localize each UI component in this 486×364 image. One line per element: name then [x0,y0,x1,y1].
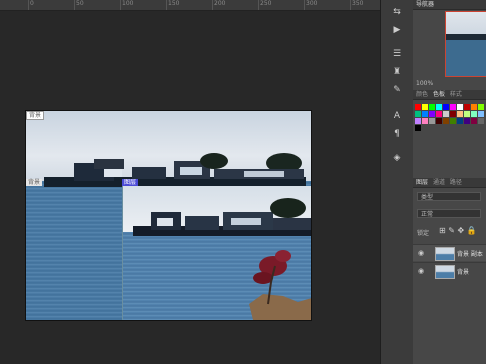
swatch[interactable] [443,104,449,110]
tab-paths[interactable]: 路径 [450,179,462,186]
ruler-tick [304,0,305,10]
swatch[interactable] [415,111,421,117]
ruler-tick [28,0,29,10]
tab-color[interactable]: 颜色 [416,91,428,98]
swatch[interactable] [415,125,421,131]
play-icon[interactable]: ▶ [391,24,403,36]
ruler-tick [350,0,351,10]
ruler-tick [212,0,213,10]
ruler-tick [258,0,259,10]
layer-row-background[interactable]: ◉ 背景 [413,262,486,279]
swatch[interactable] [478,104,484,110]
swatch[interactable] [478,118,484,124]
swatch-grid[interactable] [415,104,484,156]
swatch[interactable] [415,118,421,124]
tab-layers[interactable]: 图层 [416,179,428,186]
swatch[interactable] [422,111,428,117]
swatch[interactable] [464,104,470,110]
swatch[interactable] [464,111,470,117]
lock-label: 锁定 [417,230,430,237]
tools-column: ⇆ ▶ ☰ ♜ ✎ A ¶ ◈ [380,0,414,364]
swatch[interactable] [450,104,456,110]
swatch[interactable] [443,118,449,124]
layer-island-and-tree [133,198,311,320]
layers-tabbar: 图层 通道 路径 [413,178,486,188]
ruler-label: 300 [306,0,318,7]
kind-filter[interactable]: 类型 [417,192,481,201]
swatch[interactable] [429,111,435,117]
swatch[interactable] [429,104,435,110]
ruler-tick [74,0,75,10]
navigator-thumbnail[interactable] [445,11,486,77]
layer-label-3: 图层 [122,179,139,186]
navigator-tabbar: 导航器 [413,0,486,10]
layer-name: 背景 副本 [457,251,483,258]
ruler-label: 50 [76,0,84,7]
swatch[interactable] [471,104,477,110]
swatch[interactable] [436,118,442,124]
swatch[interactable] [457,104,463,110]
layer-row-copy[interactable]: ◉ 背景 副本 [413,244,486,261]
swatch[interactable] [436,104,442,110]
layers-icon[interactable]: ◈ [391,152,403,164]
swatch[interactable] [457,111,463,117]
swatch[interactable] [471,118,477,124]
ruler-label: 150 [168,0,180,7]
brush-icon[interactable]: ✎ [391,84,403,96]
document-canvas[interactable]: 背景 背景 图层 [25,110,312,321]
swatch[interactable] [443,111,449,117]
ruler-label: 100 [122,0,134,7]
swatch[interactable] [429,118,435,124]
tab-navigator[interactable]: 导航器 [416,1,434,8]
layer-name: 背景 [457,269,470,276]
layer-thumbnail [435,247,455,261]
swatch[interactable] [415,104,421,110]
horizontal-ruler: 0 50 100 150 200 250 300 350 [0,0,380,11]
move-icon[interactable]: ⇆ [391,6,403,18]
swatch[interactable] [457,118,463,124]
stamp-icon[interactable]: ♜ [391,66,403,78]
eye-icon[interactable]: ◉ [418,267,424,275]
swatch[interactable] [436,111,442,117]
swatch-tabbar: 颜色 色板 样式 [413,90,486,100]
tab-swatches[interactable]: 色板 [433,91,445,98]
ruler-label: 200 [214,0,226,7]
ruler-label: 0 [30,0,34,7]
blend-mode-select[interactable]: 正常 [417,209,481,218]
layer-label-2: 背景 [26,179,43,186]
ruler-label: 250 [260,0,272,7]
layer-thumbnail [435,265,455,279]
layer-label-1: 背景 [26,111,45,120]
canvas-workspace[interactable]: 背景 背景 图层 [0,11,380,364]
adjust-icon[interactable]: ☰ [391,48,403,60]
pointer-icon[interactable]: ¶ [391,128,403,140]
swatch[interactable] [450,111,456,117]
pasted-layer-image[interactable] [122,186,311,320]
swatch[interactable] [422,104,428,110]
tab-styles[interactable]: 样式 [450,91,462,98]
swatch[interactable] [450,118,456,124]
swatch[interactable] [422,118,428,124]
ruler-tick [166,0,167,10]
tab-channels[interactable]: 通道 [433,179,445,186]
type-icon[interactable]: A [391,110,403,122]
right-panels: 导航器 100% 颜色 色板 样式 图层 通道 路径 类型 正常 锁定 ⊞ ✎ … [413,0,486,364]
swatch[interactable] [464,118,470,124]
island-buildings-image [44,153,306,187]
swatch[interactable] [471,111,477,117]
ruler-label: 350 [352,0,364,7]
lock-icons[interactable]: ⊞ ✎ ✥ 🔒 [439,226,477,235]
ruler-tick [120,0,121,10]
zoom-level: 100% [416,80,434,87]
swatch[interactable] [478,111,484,117]
eye-icon[interactable]: ◉ [418,249,424,257]
